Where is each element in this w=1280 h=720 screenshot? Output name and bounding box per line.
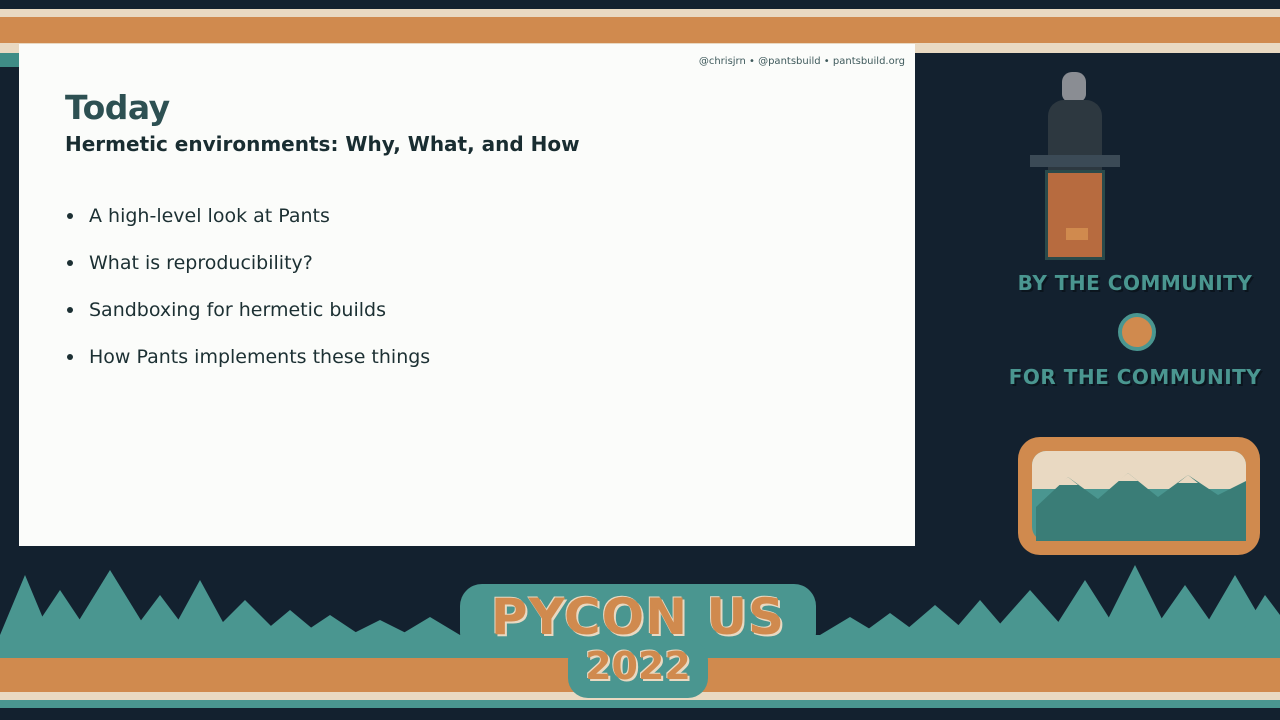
pycon-logo: PYCON US 2022 xyxy=(460,584,820,720)
for-the-community-text: FOR THE COMMUNITY xyxy=(1008,365,1262,389)
top-orange-stripe xyxy=(0,17,1280,43)
bullet-text: A high-level look at Pants xyxy=(89,205,330,227)
top-cream-stripe xyxy=(0,9,1280,17)
circle-icon xyxy=(1118,313,1156,351)
speaker-head xyxy=(1062,72,1086,102)
bullet-list: A high-level look at Pants What is repro… xyxy=(65,202,430,390)
bullet-text: What is reproducibility? xyxy=(89,252,313,274)
desk xyxy=(1030,155,1120,167)
top-dark-stripe xyxy=(0,0,1280,9)
event-name: PYCON US xyxy=(490,588,786,646)
slide-subtitle: Hermetic environments: Why, What, and Ho… xyxy=(65,132,580,156)
bullet-dot-icon xyxy=(67,260,73,266)
bullet-text: How Pants implements these things xyxy=(89,346,431,368)
mountain-icon xyxy=(1036,473,1246,541)
bullet-dot-icon xyxy=(67,307,73,313)
podium-sign xyxy=(1066,228,1088,240)
bullet-item: A high-level look at Pants xyxy=(65,202,430,249)
event-year: 2022 xyxy=(585,644,691,688)
teal-accent xyxy=(0,53,20,67)
bullet-item: How Pants implements these things xyxy=(65,343,430,390)
bullet-item: Sandboxing for hermetic builds xyxy=(65,296,430,343)
podium xyxy=(1045,170,1105,260)
mountain-badge-logo xyxy=(1018,437,1260,555)
bullet-text: Sandboxing for hermetic builds xyxy=(89,299,386,321)
bullet-dot-icon xyxy=(67,354,73,360)
presentation-slide: @chrisjrn • @pantsbuild • pantsbuild.org… xyxy=(19,44,915,546)
speaker-video xyxy=(990,60,1170,260)
slide-title: Today xyxy=(65,88,170,127)
bullet-dot-icon xyxy=(67,213,73,219)
slide-credit: @chrisjrn • @pantsbuild • pantsbuild.org xyxy=(698,56,905,67)
bullet-item: What is reproducibility? xyxy=(65,249,430,296)
by-the-community-text: BY THE COMMUNITY xyxy=(1017,271,1253,295)
